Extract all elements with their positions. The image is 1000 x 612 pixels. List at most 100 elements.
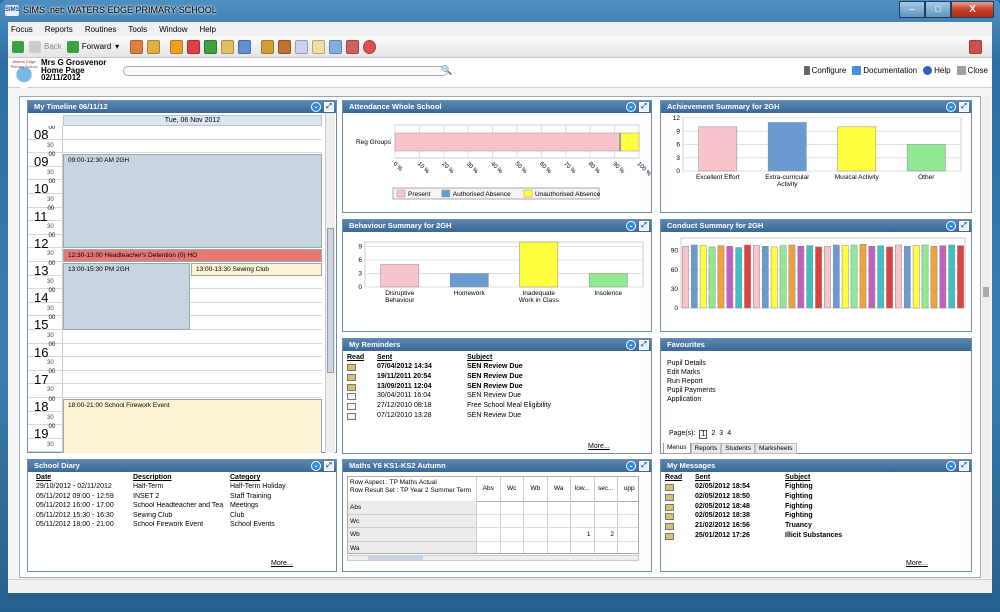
unread-envelope-icon[interactable] <box>665 513 674 521</box>
maths-cell[interactable]: 1 <box>570 528 594 542</box>
search-input[interactable] <box>123 66 448 76</box>
collapse-icon[interactable]: ⌄ <box>626 340 636 350</box>
maths-cell[interactable] <box>617 541 638 553</box>
maths-cell[interactable] <box>499 514 523 528</box>
diary-description[interactable]: INSET 2 <box>133 493 228 502</box>
close-link[interactable]: Close <box>956 66 988 75</box>
menu-reports[interactable]: Reports <box>45 25 73 34</box>
documentation-link[interactable]: Documentation <box>852 66 917 75</box>
maths-cell[interactable] <box>570 541 594 553</box>
reminder-subject[interactable]: SEN Review Due <box>467 392 521 401</box>
collapse-icon[interactable]: ⌄ <box>311 461 321 471</box>
forward-button[interactable]: Forward ▾ <box>66 40 119 53</box>
maths-cell[interactable] <box>523 501 547 515</box>
page-4[interactable]: 4 <box>727 430 731 439</box>
reminder-subject[interactable]: Free School Meal Eligibility <box>467 402 551 411</box>
tab-marksheets[interactable]: Marksheets <box>754 443 797 454</box>
unread-envelope-icon[interactable] <box>665 533 674 540</box>
diary-more-link[interactable]: More... <box>271 560 293 567</box>
menu-window[interactable]: Window <box>159 25 187 34</box>
favourite-item[interactable]: Pupil Payments <box>667 386 716 395</box>
calendar-icon[interactable] <box>312 39 326 54</box>
timeline-scrollbar[interactable] <box>325 113 335 453</box>
read-envelope-icon[interactable] <box>347 393 356 401</box>
report-icon[interactable] <box>238 39 252 54</box>
messages-more-link[interactable]: More... <box>906 560 928 567</box>
maths-cell[interactable] <box>617 501 638 515</box>
maths-cell[interactable] <box>499 541 524 553</box>
collapse-icon[interactable]: ⌄ <box>946 221 956 231</box>
menu-tools[interactable]: Tools <box>128 25 147 34</box>
flag-green-icon[interactable] <box>204 39 218 54</box>
help-link[interactable]: Help <box>923 66 951 75</box>
notes-icon[interactable] <box>295 39 309 54</box>
maths-scrollbar[interactable] <box>347 555 639 561</box>
message-subject[interactable]: Illicit Substances <box>785 532 842 541</box>
edit-icon[interactable] <box>221 39 235 54</box>
back-button[interactable]: Back <box>29 40 62 53</box>
maths-cell[interactable] <box>499 501 523 515</box>
maths-cell[interactable] <box>570 501 594 515</box>
maths-cell[interactable]: 2 <box>593 528 617 542</box>
maths-cell[interactable] <box>476 514 500 528</box>
unread-envelope-icon[interactable] <box>347 383 356 391</box>
timeline-event[interactable]: 13:00-13:30 Sewing Club <box>191 263 322 276</box>
maths-cell[interactable] <box>499 528 523 542</box>
collapse-icon[interactable]: ⌄ <box>311 102 321 112</box>
page-scroll-thumb[interactable] <box>983 287 989 297</box>
flag-red-icon[interactable] <box>187 39 201 54</box>
maths-cell[interactable] <box>570 514 594 528</box>
unread-envelope-icon[interactable] <box>665 523 674 531</box>
forward-dropdown-icon[interactable]: ▾ <box>115 42 119 51</box>
expand-icon[interactable]: ⤢ <box>324 102 334 112</box>
maths-cell[interactable] <box>523 541 547 553</box>
person-icon[interactable] <box>147 39 161 54</box>
users-icon[interactable] <box>346 39 360 54</box>
maths-cell[interactable] <box>617 514 638 528</box>
configure-link[interactable]: Configure <box>803 66 846 75</box>
page-2[interactable]: 2 <box>711 430 715 439</box>
favourite-item[interactable]: Edit Marks <box>667 368 716 377</box>
books-2-icon[interactable] <box>278 39 292 54</box>
unread-envelope-icon[interactable] <box>665 493 674 501</box>
reminder-subject[interactable]: SEN Review Due <box>467 363 523 372</box>
reminders-more-link[interactable]: More... <box>588 443 610 450</box>
unread-envelope-icon[interactable] <box>665 503 674 511</box>
search-person-icon[interactable]: 🔍 <box>441 65 452 76</box>
expand-icon[interactable]: ⤢ <box>959 461 969 471</box>
maths-scroll-thumb[interactable] <box>368 556 423 560</box>
maximize-button[interactable]: □ <box>925 1 951 18</box>
books-icon[interactable] <box>261 39 275 54</box>
menu-focus[interactable]: Focus <box>11 25 33 34</box>
message-subject[interactable]: Truancy <box>785 522 812 531</box>
user-account-icon[interactable] <box>969 39 982 54</box>
refresh-button[interactable] <box>12 40 24 53</box>
tab-menus[interactable]: Menus <box>663 443 691 454</box>
page-1[interactable]: 1 <box>699 430 708 439</box>
timeline-event[interactable]: 09:00-12:30 AM 2GH <box>63 154 322 249</box>
message-subject[interactable]: Fighting <box>785 493 813 502</box>
folder-icon[interactable] <box>170 39 184 54</box>
favourite-item[interactable]: Application <box>667 395 716 404</box>
page-3[interactable]: 3 <box>719 430 723 439</box>
expand-icon[interactable]: ⤢ <box>639 461 649 471</box>
tab-students[interactable]: Students <box>721 443 755 454</box>
unread-envelope-icon[interactable] <box>347 364 356 371</box>
collapse-icon[interactable]: ⌄ <box>626 461 636 471</box>
diary-description[interactable]: Half-Term <box>133 483 228 492</box>
unread-envelope-icon[interactable] <box>665 484 674 491</box>
menu-routines[interactable]: Routines <box>85 25 117 34</box>
maths-cell[interactable] <box>476 501 500 515</box>
timeline-event[interactable]: 18:00-21:00 School Firework Event <box>63 399 322 453</box>
maths-cell[interactable] <box>546 514 570 528</box>
message-subject[interactable]: Fighting <box>785 483 813 492</box>
maths-cell[interactable] <box>523 514 547 528</box>
collapse-icon[interactable]: ⌄ <box>946 461 956 471</box>
collapse-icon[interactable]: ⌄ <box>626 102 636 112</box>
diary-description[interactable]: Sewing Club <box>133 512 228 521</box>
title-bar[interactable]: SIMS SIMS .net: WATERS EDGE PRIMARY SCHO… <box>0 0 1000 22</box>
reminder-subject[interactable]: SEN Review Due <box>467 373 523 382</box>
diary-description[interactable]: School Firework Event <box>133 521 228 530</box>
favourite-item[interactable]: Run Report <box>667 377 716 386</box>
maths-cell[interactable] <box>546 528 570 542</box>
